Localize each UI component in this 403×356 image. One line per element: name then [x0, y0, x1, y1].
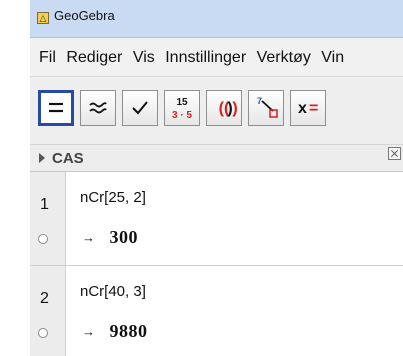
row-gutter: 2 [30, 266, 66, 356]
result-arrow-icon: → [82, 324, 95, 339]
title-bar[interactable]: △ GeoGebra [30, 0, 403, 38]
menu-vindu[interactable]: Vin [321, 38, 344, 76]
substitute-label: 7 [257, 96, 262, 106]
menu-bar: Fil Rediger Vis Innstillinger Verktøy Vi… [30, 38, 403, 77]
menu-rediger[interactable]: Rediger [66, 38, 122, 76]
cas-result-value: 9880 [109, 321, 148, 341]
approx-icon [89, 102, 107, 114]
equals-icon [49, 102, 63, 113]
cas-input-cell[interactable]: nCr[40, 3] [80, 283, 146, 300]
substitute-icon: 7 [257, 96, 278, 118]
output-toggle-icon[interactable] [38, 234, 48, 244]
numeric-tool-button[interactable] [80, 90, 116, 126]
cas-row[interactable]: 1 nCr[25, 2] → 300 [30, 172, 403, 266]
svg-text:=: = [309, 100, 318, 117]
expand-tool-button[interactable]: (( ) ) [206, 90, 242, 126]
svg-text:): ) [232, 100, 237, 117]
evaluate-tool-button[interactable] [38, 90, 74, 126]
app-icon: △ [37, 12, 49, 24]
factor-tool-button[interactable]: 15 3 · 5 [164, 90, 200, 126]
cas-result-value: 300 [109, 227, 138, 247]
menu-verktoy[interactable]: Verktøy [257, 38, 311, 76]
cas-row[interactable]: 2 nCr[40, 3] → 9880 [30, 266, 403, 356]
menu-innstillinger[interactable]: Innstillinger [165, 38, 246, 76]
cas-panel-title: CAS [52, 150, 84, 167]
menu-vis[interactable]: Vis [133, 38, 155, 76]
output-toggle-icon[interactable] [38, 328, 48, 338]
factor-top-label: 15 [176, 97, 188, 108]
parentheses-icon: (( ) ) [219, 100, 238, 117]
substitute-tool-button[interactable]: 7 [248, 90, 284, 126]
keep-input-tool-button[interactable] [122, 90, 158, 126]
close-icon[interactable] [388, 147, 401, 160]
row-number: 2 [40, 290, 49, 307]
svg-text:x: x [298, 100, 307, 117]
factor-icon: 15 3 · 5 [172, 97, 192, 121]
solve-icon: x = [298, 100, 318, 117]
toolbar: 15 3 · 5 (( ) ) 7 x = [30, 77, 403, 145]
row-number: 1 [40, 196, 49, 213]
cas-output-cell: → 300 [82, 227, 138, 248]
menu-fil[interactable]: Fil [39, 38, 56, 76]
cas-panel-header: CAS [30, 145, 403, 172]
solve-tool-button[interactable]: x = [290, 90, 326, 126]
cas-output-cell: → 9880 [82, 321, 148, 342]
checkmark-icon [132, 101, 148, 115]
expand-icon[interactable] [39, 153, 45, 163]
factor-bottom-label: 3 · 5 [172, 110, 192, 121]
geogebra-window: △ GeoGebra Fil Rediger Vis Innstillinger… [30, 0, 403, 356]
window-title: GeoGebra [54, 8, 115, 23]
cas-input-cell[interactable]: nCr[25, 2] [80, 189, 146, 206]
result-arrow-icon: → [82, 230, 95, 245]
row-gutter: 1 [30, 172, 66, 265]
